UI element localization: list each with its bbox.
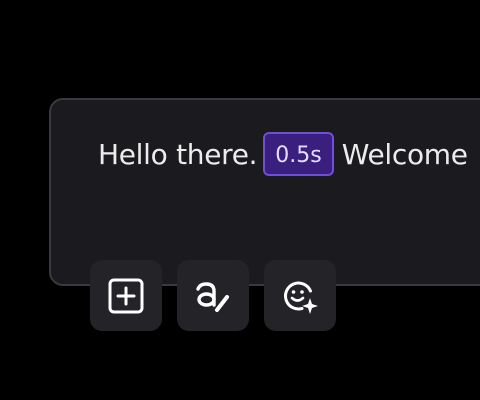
script-text-segment[interactable]: Hello there. — [98, 138, 258, 171]
script-text-segment[interactable]: Welcome — [342, 138, 468, 171]
script-text-line[interactable]: Hello there. 0.5s Welcome — [98, 132, 468, 176]
add-square-icon — [108, 278, 144, 313]
script-editor-card[interactable]: Hello there. 0.5s Welcome — [49, 98, 480, 286]
pause-duration-badge[interactable]: 0.5s — [263, 132, 334, 176]
emotion-sparkle-icon — [284, 280, 318, 314]
editor-toolbar — [90, 260, 336, 331]
text-style-button[interactable] — [177, 260, 249, 331]
text-style-icon — [196, 281, 229, 312]
emotion-button[interactable] — [264, 260, 336, 331]
app-canvas: Hello there. 0.5s Welcome — [0, 0, 480, 400]
add-block-button[interactable] — [90, 260, 162, 331]
